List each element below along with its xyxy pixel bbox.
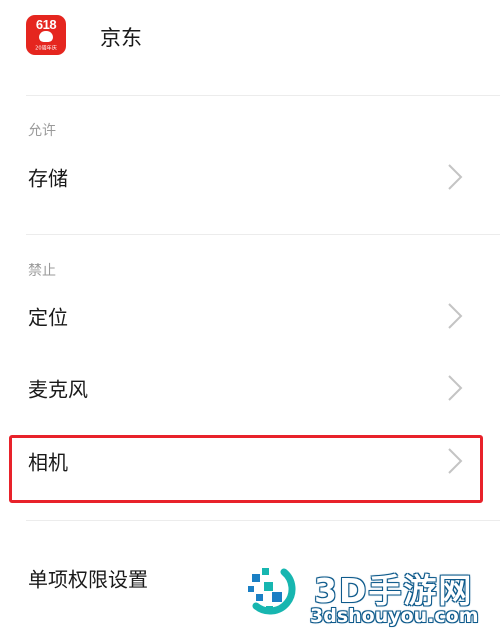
- camera-highlight-box: [9, 435, 483, 503]
- app-name: 京东: [100, 26, 142, 50]
- single-permission-settings-label: 单项权限设置: [28, 567, 148, 592]
- jd-618-app-icon: 618 20周年庆: [26, 15, 66, 55]
- chevron-right-icon: [448, 375, 463, 401]
- divider: [26, 95, 500, 96]
- chevron-right-icon: [448, 164, 463, 190]
- chevron-right-icon: [448, 303, 463, 329]
- 3dshouyou-logo-icon: [248, 568, 296, 615]
- app-icon-caption: 20周年庆: [35, 45, 57, 52]
- watermark-url: 3dshouyou.com: [310, 605, 479, 627]
- permission-label: 定位: [28, 305, 68, 330]
- permission-label: 麦克风: [28, 377, 88, 402]
- permission-label: 存储: [28, 166, 68, 191]
- section-label-allowed: 允许: [28, 123, 56, 139]
- watermark: 3D手游网 3dshouyou.com: [244, 560, 500, 632]
- permission-row-storage[interactable]: 存储: [0, 144, 500, 210]
- divider: [26, 520, 500, 521]
- section-label-denied: 禁止: [28, 263, 56, 279]
- app-header: 618 20周年庆 京东: [0, 0, 500, 95]
- jd-dog-icon: [39, 31, 53, 42]
- permission-row-location[interactable]: 定位: [0, 283, 500, 349]
- app-icon-number: 618: [35, 17, 57, 32]
- permission-row-microphone[interactable]: 麦克风: [0, 355, 500, 421]
- divider: [26, 234, 500, 235]
